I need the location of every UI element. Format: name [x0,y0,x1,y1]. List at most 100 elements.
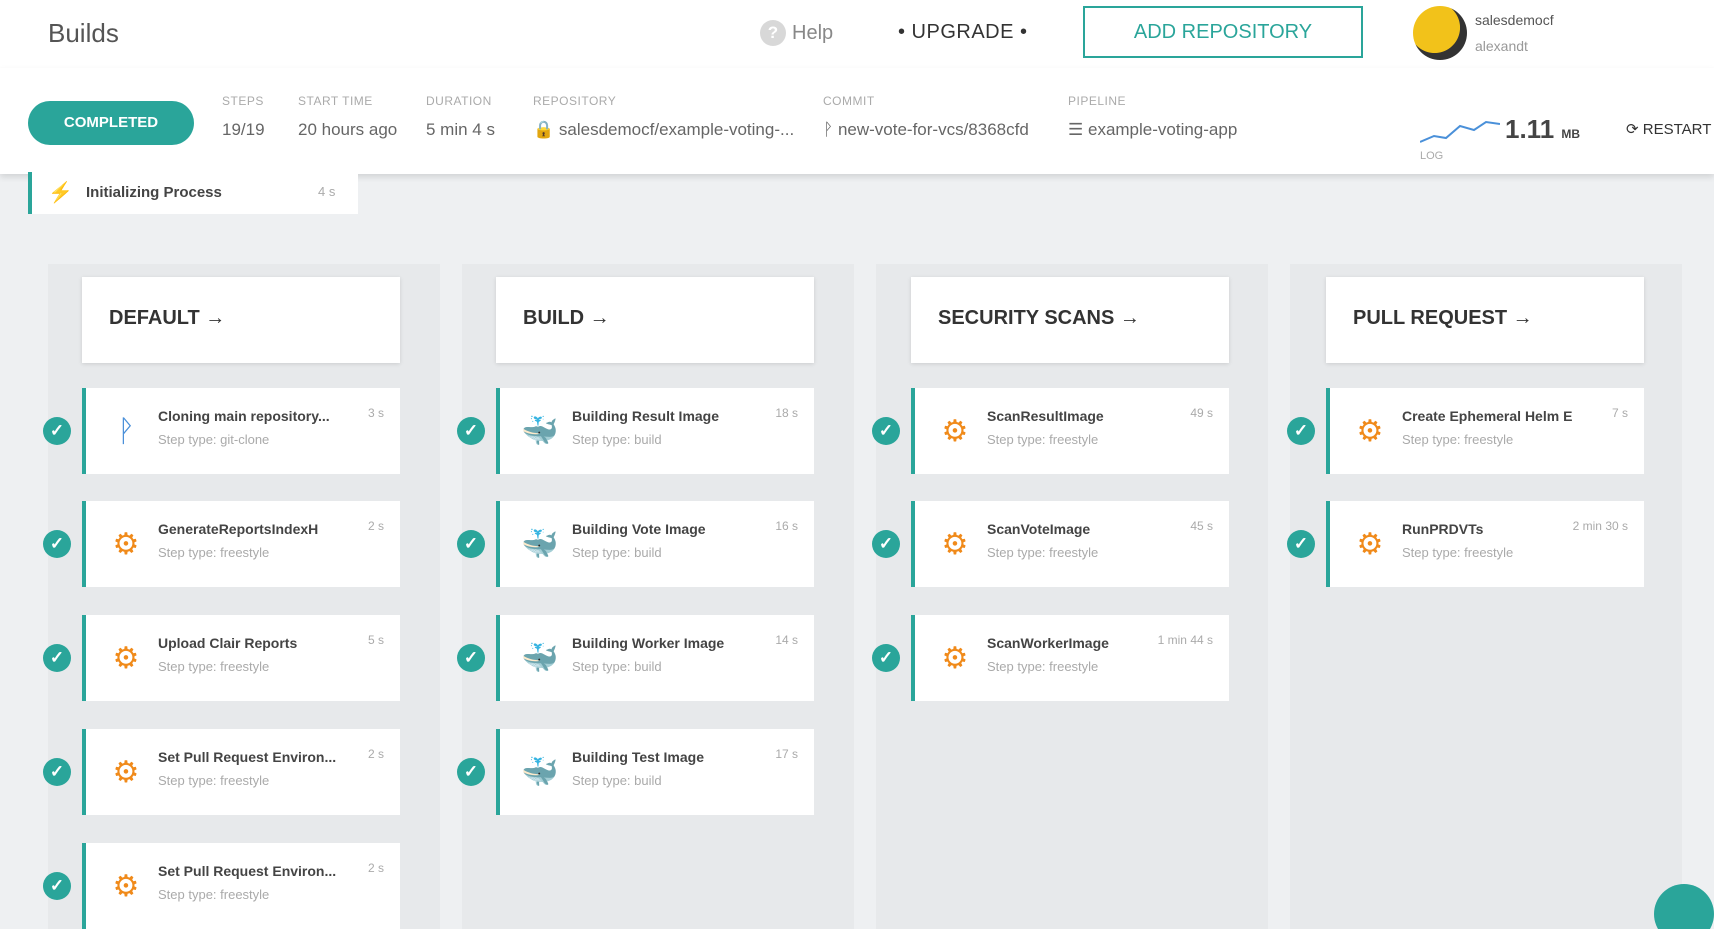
step-card[interactable]: ⚙ Upload Clair Reports Step type: freestyl… [82,615,400,701]
commit-link[interactable]: new-vote-for-vcs/8368cfd [838,120,1029,139]
step-name: Building Vote Image [572,521,706,537]
build-info-bar: COMPLETED STEPS 19/19 START TIME 20 hour… [0,68,1714,174]
chat-button[interactable] [1654,884,1714,929]
step-name: Building Worker Image [572,635,725,651]
step-type: Step type: freestyle [158,773,270,788]
commit-label: COMMIT [823,94,875,108]
lightning-icon: ⚡ [48,182,73,204]
step-card[interactable]: ⚙ ScanResultImage Step type: freestyle 49 s [911,388,1229,474]
step-card[interactable]: 🐳 Building Vote Image Step type: build 16 s [496,501,814,587]
success-check-icon: ✓ [457,644,485,672]
step-card[interactable]: ⚙ GenerateReportsIndexH Step type: freesty… [82,501,400,587]
step-type: Step type: freestyle [158,887,270,902]
upgrade-link[interactable]: • UPGRADE • [898,21,1028,44]
log-size-unit: MB [1561,127,1581,141]
step-card[interactable]: ⚙ ScanWorkerImage Step type: freestyle 1 mi… [911,615,1229,701]
add-repository-button[interactable]: ADD REPOSITORY [1083,6,1363,58]
start-time-value: 20 hours ago [298,120,398,139]
step-name: Set Pull Request Environ... [158,749,337,765]
gear-icon: ⚙ [941,642,969,675]
stage-title: DEFAULT → [109,307,226,329]
success-check-icon: ✓ [43,872,71,900]
step-duration: 7 s [1611,406,1628,420]
start-time-meta: START TIME 20 hours ago [298,94,397,140]
gear-icon: ⚙ [112,756,140,789]
step-card[interactable]: ⚙ Set Pull Request Environ... Step type: f… [82,729,400,815]
restart-button[interactable]: ⟳ RESTART [1626,120,1711,138]
success-check-icon: ✓ [457,758,485,786]
page-title: Builds [48,18,119,48]
gear-icon: ⚙ [112,642,140,675]
pipeline-icon: ☰ [1068,120,1084,139]
step-duration: 1 min 44 s [1157,633,1213,647]
step-card[interactable]: ⚙ Set Pull Request Environ... Step type: f… [82,843,400,929]
repository-link[interactable]: salesdemocf/example-voting-... [559,120,794,139]
step-card[interactable]: ⚙ RunPRDVTs Step type: freestyle 2 min 30 s [1326,501,1644,587]
step-name: ScanResultImage [987,408,1104,424]
stage-column-pull-request [1290,264,1682,929]
init-step[interactable]: ⚡ Initializing Process 4 s [28,172,358,214]
duration-label: DURATION [426,94,492,108]
restart-icon: ⟳ [1626,121,1639,138]
step-type: Step type: git-clone [158,432,270,447]
step-duration: 14 s [775,633,798,647]
step-duration: 3 s [367,406,384,420]
gear-icon: ⚙ [941,528,969,561]
step-type: Step type: build [572,432,662,447]
stage-header[interactable]: PULL REQUEST → [1326,277,1644,363]
success-check-icon: ✓ [43,758,71,786]
step-type: Step type: build [572,773,662,788]
log-graph-icon[interactable] [1420,112,1500,152]
step-card[interactable]: 🐳 Building Test Image Step type: build 17 s [496,729,814,815]
help-icon: ? [760,20,786,46]
step-card[interactable]: 🐳 Building Worker Image Step type: build 14… [496,615,814,701]
step-type: Step type: freestyle [158,659,270,674]
success-check-icon: ✓ [43,417,71,445]
help-link[interactable]: ? Help [760,20,833,46]
avatar[interactable] [1413,6,1467,60]
step-card[interactable]: ⚙ ScanVoteImage Step type: freestyle 45 s [911,501,1229,587]
docker-icon: 🐳 [521,415,559,448]
step-duration: 2 min 30 s [1572,519,1628,533]
branch-icon: ᚹ [823,120,834,139]
step-duration: 18 s [775,406,798,420]
step-card[interactable]: ᚹ Cloning main repository... Step type: gi… [82,388,400,474]
step-name: ScanVoteImage [987,521,1091,537]
log-label: LOG [1420,150,1444,162]
step-type: Step type: freestyle [158,545,270,560]
start-time-label: START TIME [298,94,373,108]
success-check-icon: ✓ [457,530,485,558]
pipeline-label: PIPELINE [1068,94,1127,108]
step-card[interactable]: 🐳 Building Result Image Step type: build 18… [496,388,814,474]
stage-title: BUILD → [523,307,610,329]
stage-column-security [876,264,1268,929]
steps-value: 19/19 [222,120,265,139]
log-size-value: 1.11 [1505,114,1555,144]
init-step-time: 4 s [318,184,336,199]
user-account: alexandt [1475,38,1528,54]
steps-meta: STEPS 19/19 [222,94,265,140]
step-card[interactable]: ⚙ Create Ephemeral Helm E Step type: frees… [1326,388,1644,474]
step-duration: 2 s [367,747,384,761]
step-type: Step type: freestyle [1402,432,1514,447]
stage-column-build [462,264,854,929]
step-name: ScanWorkerImage [987,635,1109,651]
success-check-icon: ✓ [43,530,71,558]
stage-header[interactable]: DEFAULT → [82,277,400,363]
duration-value: 5 min 4 s [426,120,495,139]
stage-column-default [48,264,440,929]
stage-header[interactable]: BUILD → [496,277,814,363]
step-name: GenerateReportsIndexH [158,521,319,537]
steps-label: STEPS [222,94,264,108]
step-type: Step type: freestyle [987,545,1099,560]
repository-meta: REPOSITORY 🔒 salesdemocf/example-voting-… [533,94,794,140]
pipeline-link[interactable]: example-voting-app [1088,120,1237,139]
step-name: Upload Clair Reports [158,635,298,651]
status-badge: COMPLETED [28,101,194,145]
lock-icon: 🔒 [533,120,555,139]
step-type: Step type: build [572,545,662,560]
gear-icon: ⚙ [941,415,969,448]
step-type: Step type: freestyle [987,659,1099,674]
step-name: Set Pull Request Environ... [158,863,337,879]
stage-header[interactable]: SECURITY SCANS → [911,277,1229,363]
